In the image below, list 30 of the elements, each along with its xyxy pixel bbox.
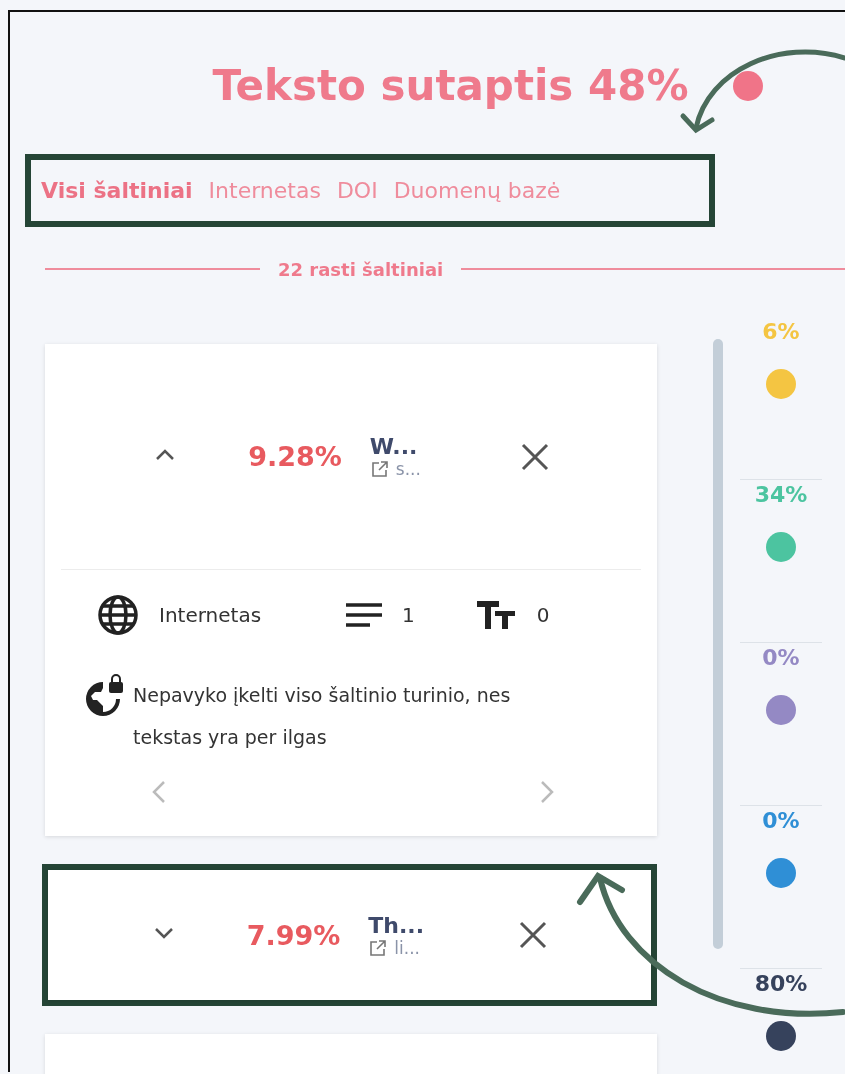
category-percent: 6% xyxy=(762,318,800,346)
category-percent: 0% xyxy=(762,807,800,835)
close-button[interactable] xyxy=(518,920,549,950)
category-percent: 0% xyxy=(762,644,800,672)
source-title: W... xyxy=(369,434,419,459)
external-link-icon xyxy=(369,459,390,479)
page-title: Teksto sutaptis 48% xyxy=(212,60,689,112)
close-button[interactable] xyxy=(519,441,550,472)
source-link[interactable]: s... xyxy=(395,459,421,479)
category-percent: 34% xyxy=(754,481,808,509)
source-link[interactable]: li... xyxy=(394,937,420,958)
paragraph-count: 1 xyxy=(402,603,415,627)
external-link-icon xyxy=(368,937,389,958)
status-dot xyxy=(732,71,763,101)
filter-tab[interactable]: Visi šaltiniai xyxy=(41,178,193,203)
category-percent: 80% xyxy=(754,970,808,998)
globe-icon xyxy=(97,594,139,636)
filter-tab[interactable]: Duomenų bazė xyxy=(393,178,561,203)
text-size-icon xyxy=(476,599,517,631)
filter-tab[interactable]: Internetas xyxy=(208,178,321,203)
filter-tab[interactable]: DOI xyxy=(336,178,378,203)
match-percent: 9.28% xyxy=(248,441,342,472)
error-message: Nepavyko įkelti viso šaltinio turinio, nes tekstas yra per ilgas xyxy=(133,683,512,750)
source-type: Internetas xyxy=(159,603,262,627)
match-percent: 7.99% xyxy=(246,919,341,951)
paragraph-icon xyxy=(346,602,383,628)
word-count: 0 xyxy=(536,603,550,627)
sources-count: 22 rasti šaltiniai xyxy=(278,258,444,280)
scrollbar[interactable] xyxy=(713,339,723,949)
source-title: Th... xyxy=(368,912,426,938)
